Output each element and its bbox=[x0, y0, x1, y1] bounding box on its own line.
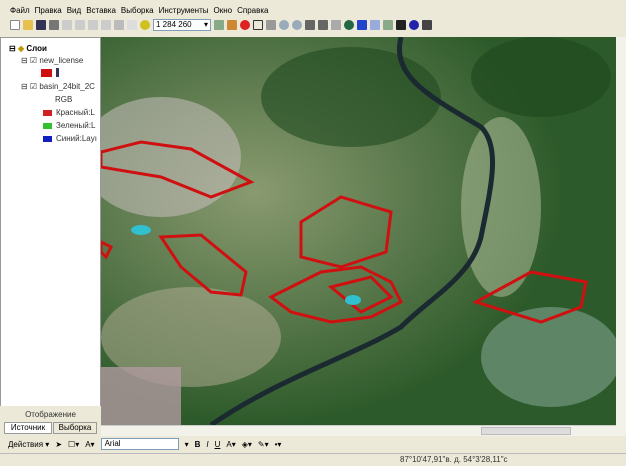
new-license-symbol[interactable] bbox=[41, 68, 63, 78]
standard-toolbar: 1 284 260 bbox=[0, 17, 626, 33]
open-icon[interactable] bbox=[23, 20, 33, 30]
layer-basin[interactable]: ⊟ ☑ basin_24bit_2C bbox=[21, 82, 95, 91]
text-tool-icon[interactable]: A▾ bbox=[85, 440, 94, 449]
editor-icon[interactable] bbox=[214, 20, 224, 30]
forward-icon[interactable] bbox=[370, 20, 380, 30]
toc-tabs: Отображение Источник Выборка bbox=[0, 406, 101, 436]
menu-edit[interactable]: Правка bbox=[35, 6, 62, 15]
status-bar: 87°10'47,91"в. д. 54°3'28,11"с bbox=[0, 453, 626, 466]
bold-button[interactable]: B bbox=[195, 440, 201, 449]
underline-button[interactable]: U bbox=[215, 440, 221, 449]
table-of-contents: ⊟ ◆ Слои ⊟ ☑ new_license ⊟ ☑ basin_24bit… bbox=[0, 37, 101, 425]
drawing-toolbar: Действия ▾ ➤ ☐▾ A▾ Arial ▾ B I U A▾ ◈▾ ✎… bbox=[0, 436, 626, 452]
menu-tools[interactable]: Инструменты bbox=[159, 6, 209, 15]
new-icon[interactable] bbox=[10, 20, 20, 30]
band-green: Зеленый:L bbox=[43, 121, 95, 130]
paste-icon[interactable] bbox=[88, 20, 98, 30]
add-data-icon[interactable] bbox=[140, 20, 150, 30]
toolbox-icon[interactable] bbox=[240, 20, 250, 30]
menu-window[interactable]: Окно bbox=[214, 6, 233, 15]
help-icon[interactable] bbox=[266, 20, 276, 30]
window-icon[interactable] bbox=[253, 20, 263, 30]
actions-menu[interactable]: Действия ▾ bbox=[8, 440, 49, 449]
identify-icon[interactable] bbox=[409, 20, 419, 30]
rgb-label: RGB bbox=[55, 95, 73, 104]
font-color-icon[interactable]: A▾ bbox=[226, 440, 235, 449]
fill-color-icon[interactable]: ◈▾ bbox=[242, 440, 252, 449]
tab-source[interactable]: Источник bbox=[4, 422, 52, 434]
coordinates-readout: 87°10'47,91"в. д. 54°3'28,11"с bbox=[400, 455, 508, 464]
undo-icon[interactable] bbox=[114, 20, 124, 30]
copy-icon[interactable] bbox=[75, 20, 85, 30]
find-icon[interactable] bbox=[422, 20, 432, 30]
select-features-icon[interactable] bbox=[383, 20, 393, 30]
rectangle-tool-icon[interactable]: ☐▾ bbox=[68, 440, 79, 449]
menu-view[interactable]: Вид bbox=[67, 6, 81, 15]
layer-new-license[interactable]: ⊟ ☑ new_license bbox=[21, 56, 83, 65]
select-elements-icon[interactable] bbox=[396, 20, 406, 30]
select-arrow-icon[interactable]: ➤ bbox=[55, 440, 62, 449]
toc-root[interactable]: ⊟ ◆ Слои bbox=[9, 44, 47, 53]
redo-icon[interactable] bbox=[127, 20, 137, 30]
catalog-icon[interactable] bbox=[227, 20, 237, 30]
print-icon[interactable] bbox=[49, 20, 59, 30]
band-red: Красный:L bbox=[43, 108, 95, 117]
font-size-select[interactable]: ▾ bbox=[185, 440, 189, 449]
full-extent-icon[interactable] bbox=[344, 20, 354, 30]
scale-select[interactable]: 1 284 260 bbox=[153, 19, 211, 31]
font-select[interactable]: Arial bbox=[100, 438, 179, 450]
save-icon[interactable] bbox=[36, 20, 46, 30]
band-blue: Синий:Layı bbox=[43, 134, 97, 143]
vertical-scrollbar[interactable] bbox=[616, 37, 626, 436]
satellite-image bbox=[101, 37, 616, 425]
scroll-thumb[interactable] bbox=[481, 427, 571, 435]
menu-help[interactable]: Справка bbox=[237, 6, 268, 15]
line-color-icon[interactable]: ✎▾ bbox=[258, 440, 269, 449]
horizontal-scrollbar[interactable] bbox=[101, 425, 616, 436]
pan-icon[interactable] bbox=[331, 20, 341, 30]
back-icon[interactable] bbox=[357, 20, 367, 30]
menu-bar: Файл Правка Вид Вставка Выборка Инструме… bbox=[0, 3, 626, 17]
menu-file[interactable]: Файл bbox=[10, 6, 30, 15]
italic-button[interactable]: I bbox=[206, 440, 208, 449]
fixed-zoom-out-icon[interactable] bbox=[318, 20, 328, 30]
marker-color-icon[interactable]: •▾ bbox=[275, 440, 282, 449]
cut-icon[interactable] bbox=[62, 20, 72, 30]
map-view[interactable] bbox=[101, 37, 616, 425]
zoom-out-icon[interactable] bbox=[292, 20, 302, 30]
tab-display[interactable]: Отображение bbox=[0, 410, 101, 419]
menu-insert[interactable]: Вставка bbox=[86, 6, 116, 15]
delete-icon[interactable] bbox=[101, 20, 111, 30]
fixed-zoom-in-icon[interactable] bbox=[305, 20, 315, 30]
menu-selection[interactable]: Выборка bbox=[121, 6, 154, 15]
zoom-in-icon[interactable] bbox=[279, 20, 289, 30]
tab-selection[interactable]: Выборка bbox=[53, 422, 97, 434]
